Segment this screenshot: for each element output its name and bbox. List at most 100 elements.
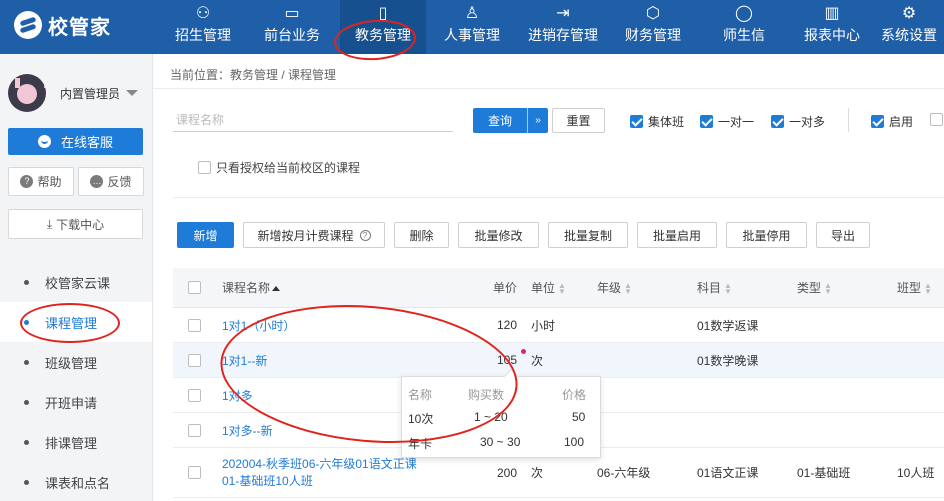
course-name-link[interactable]: 1对多--新 bbox=[222, 422, 273, 439]
header-label: 课程名称 bbox=[222, 281, 271, 295]
row-checkbox[interactable] bbox=[188, 388, 201, 402]
header-type[interactable]: 类型 ▲ ▼ bbox=[797, 279, 832, 296]
help-button[interactable]: ? 帮助 bbox=[8, 167, 74, 196]
header-grade[interactable]: 年级 ▲ ▼ bbox=[597, 279, 632, 296]
row-checkbox[interactable] bbox=[188, 466, 201, 479]
row-checkbox[interactable] bbox=[188, 353, 201, 367]
select-all-checkbox[interactable] bbox=[188, 281, 201, 294]
header-unit[interactable]: 单位 ▲ ▼ bbox=[531, 279, 566, 296]
divider bbox=[173, 197, 944, 198]
person-add-icon: ⚇ bbox=[195, 5, 211, 22]
checkbox[interactable] bbox=[700, 115, 713, 128]
filter-enabled[interactable]: 启用 bbox=[871, 113, 913, 130]
user-menu[interactable]: 内置管理员 bbox=[8, 74, 139, 112]
book-icon: ▯ bbox=[378, 5, 388, 22]
filter-disabled[interactable] bbox=[930, 113, 944, 126]
filter-label: 一对一 bbox=[718, 115, 755, 129]
question-icon: ? bbox=[20, 175, 34, 188]
bullet-icon bbox=[24, 279, 29, 285]
bullet-icon bbox=[24, 399, 29, 405]
sidebar-item-class-management[interactable]: 班级管理 bbox=[0, 342, 152, 382]
checkbox[interactable] bbox=[930, 113, 943, 126]
nav-item-academic[interactable]: ▯ 教务管理 bbox=[340, 0, 426, 54]
sidebar-item-label: 班级管理 bbox=[45, 355, 98, 371]
course-name-link[interactable]: 1对1（小时） bbox=[222, 317, 295, 334]
batch-disable-button[interactable]: 批量停用 bbox=[726, 222, 807, 248]
only-authorized-label: 只看授权给当前校区的课程 bbox=[216, 161, 361, 175]
divider bbox=[153, 88, 944, 89]
sidebar-item-course-management[interactable]: 课程管理 bbox=[0, 302, 152, 342]
nav-item-hr[interactable]: ♙ 人事管理 bbox=[426, 0, 518, 54]
sort-icon: ▲ ▼ bbox=[824, 280, 832, 296]
table-row[interactable]: 1对1--新 105 次 01数学晚课 bbox=[173, 343, 944, 378]
nav-item-finance[interactable]: ⬡ 财务管理 bbox=[608, 0, 698, 54]
filter-one-to-many[interactable]: 一对多 bbox=[771, 113, 825, 130]
chevron-double-down-icon[interactable]: » bbox=[528, 115, 548, 126]
help-feedback-row: ? 帮助 … 反馈 bbox=[8, 167, 144, 196]
nav-item-messaging[interactable]: ◯ 师生信 bbox=[698, 0, 790, 54]
nav-label: 进销存管理 bbox=[528, 27, 598, 43]
nav-item-settings[interactable]: ⚙ 系统设置 bbox=[874, 0, 944, 54]
nav-label: 报表中心 bbox=[804, 27, 860, 43]
checkbox[interactable] bbox=[871, 115, 884, 128]
batch-enable-button[interactable]: 批量启用 bbox=[637, 222, 717, 248]
row-checkbox[interactable] bbox=[188, 318, 201, 332]
table-row[interactable]: 1对1（小时） 120 小时 01数学返课 bbox=[173, 308, 944, 343]
header-class-type[interactable]: 班型 ▲ ▼ bbox=[897, 279, 932, 296]
cell-subject: 01数学晚课 bbox=[697, 353, 759, 368]
app-logo[interactable]: 校管家 bbox=[14, 10, 111, 40]
sort-icon: ▲ ▼ bbox=[558, 280, 566, 296]
user-icon: ♙ bbox=[464, 5, 480, 22]
tier-price: 100 bbox=[564, 435, 585, 449]
bullet-icon bbox=[24, 319, 29, 325]
query-button[interactable]: 查询 » bbox=[473, 108, 548, 133]
online-service-button[interactable]: 在线客服 bbox=[8, 128, 143, 155]
delete-button[interactable]: 删除 bbox=[394, 222, 449, 248]
sidebar-item-timetable[interactable]: 课表和点名 bbox=[0, 462, 152, 501]
feedback-button[interactable]: … 反馈 bbox=[78, 167, 144, 196]
row-checkbox[interactable] bbox=[188, 423, 201, 437]
nav-item-reports[interactable]: ▥ 报表中心 bbox=[790, 0, 874, 54]
filter-label: 启用 bbox=[889, 115, 914, 129]
sort-icon: ▲ ▼ bbox=[924, 280, 932, 296]
cell-subject: 01语文正课 bbox=[697, 466, 759, 480]
header-course-name[interactable]: 课程名称 bbox=[222, 279, 281, 296]
monitor-icon: ▭ bbox=[284, 5, 300, 22]
export-button[interactable]: 导出 bbox=[816, 222, 870, 248]
cursor-dot bbox=[521, 349, 526, 354]
sidebar-item-label: 开班申请 bbox=[45, 395, 98, 411]
batch-edit-button[interactable]: 批量修改 bbox=[458, 222, 539, 248]
course-name-link[interactable]: 1对1--新 bbox=[222, 352, 267, 369]
nav-item-front-desk[interactable]: ▭ 前台业务 bbox=[244, 0, 340, 54]
sidebar-item-label: 课表和点名 bbox=[45, 475, 111, 491]
batch-copy-button[interactable]: 批量复制 bbox=[548, 222, 628, 248]
price-tier-popover: 名称 购买数 价格 10次 1 ~ 20 50 年卡 30 ~ 30 100 bbox=[401, 368, 601, 458]
sidebar-item-cloud-course[interactable]: 校管家云课 bbox=[0, 262, 152, 302]
sidebar-item-scheduling[interactable]: 排课管理 bbox=[0, 422, 152, 462]
download-icon: ⤓ bbox=[46, 216, 53, 231]
header-subject[interactable]: 科目 ▲ ▼ bbox=[697, 279, 732, 296]
nav-item-enrollment[interactable]: ⚇ 招生管理 bbox=[162, 0, 244, 54]
logo-icon bbox=[14, 11, 42, 39]
cell-grade: 06-六年级 bbox=[597, 466, 651, 480]
cell-price[interactable]: 105 bbox=[463, 353, 517, 367]
filter-group-class[interactable]: 集体班 bbox=[630, 113, 684, 130]
tier-qty: 30 ~ 30 bbox=[480, 435, 521, 449]
only-authorized-filter[interactable]: 只看授权给当前校区的课程 bbox=[198, 159, 360, 176]
checkbox[interactable] bbox=[198, 161, 211, 174]
filter-label: 一对多 bbox=[789, 115, 826, 129]
course-name-link[interactable]: 202004-秋季班06-六年级01语文正课 01-基础班10人班 bbox=[222, 456, 417, 490]
filter-one-to-one[interactable]: 一对一 bbox=[700, 113, 754, 130]
add-button[interactable]: 新增 bbox=[177, 222, 234, 248]
download-center-button[interactable]: ⤓ 下载中心 bbox=[8, 209, 143, 239]
nav-item-inventory[interactable]: ⇥ 进销存管理 bbox=[518, 0, 608, 54]
reset-button[interactable]: 重置 bbox=[552, 108, 605, 133]
checkbox[interactable] bbox=[630, 115, 643, 128]
checkbox[interactable] bbox=[771, 115, 784, 128]
add-monthly-course-button[interactable]: 新增按月计费课程 ? bbox=[243, 222, 385, 248]
help-circle-icon: ? bbox=[359, 229, 371, 241]
top-navbar: 校管家 ⚇ 招生管理 ▭ 前台业务 ▯ 教务管理 ♙ 人事管理 ⇥ 进销存管理 … bbox=[0, 0, 944, 54]
course-name-search-input[interactable] bbox=[173, 108, 453, 132]
course-name-link[interactable]: 1对多 bbox=[222, 387, 253, 404]
sidebar-item-class-application[interactable]: 开班申请 bbox=[0, 382, 152, 422]
